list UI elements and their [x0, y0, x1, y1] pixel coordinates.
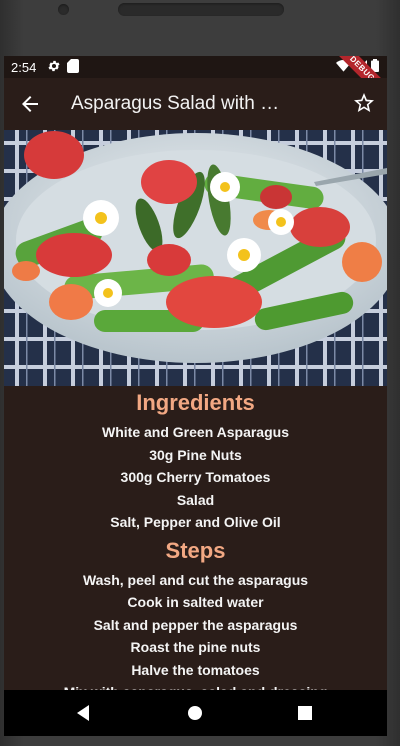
- star-outline-icon: [354, 93, 374, 112]
- back-button[interactable]: [18, 92, 42, 116]
- step-item: Cook in salted water: [127, 594, 264, 610]
- settings-icon: [47, 59, 61, 76]
- navigation-bar: [4, 690, 387, 736]
- ingredient-item: White and Green Asparagus: [102, 424, 289, 440]
- favorite-button[interactable]: [352, 91, 376, 115]
- speaker-grille: [118, 3, 284, 16]
- screen: 2:54 DEBUG Asparagus Salad with C Ingred…: [4, 56, 387, 736]
- step-item: Mix with asparagus, salad and dressing: [4, 681, 387, 690]
- step-item: Salt and pepper the asparagus: [93, 616, 298, 633]
- ingredient-item: 30g Pine Nuts: [149, 446, 242, 463]
- nav-home-button[interactable]: [184, 702, 206, 724]
- nav-home-icon: [188, 706, 202, 720]
- recipe-content: Ingredients White and Green Asparagus 30…: [4, 386, 387, 690]
- camera: [58, 4, 69, 15]
- ingredient-item: Salad: [176, 491, 215, 508]
- sd-card-icon: [67, 59, 79, 76]
- app-bar: Asparagus Salad with Cherry Tomatoes: [4, 78, 387, 130]
- nav-back-icon: [77, 705, 89, 721]
- step-item: Roast the pine nuts: [130, 639, 261, 655]
- device-frame: 2:54 DEBUG Asparagus Salad with C Ingred…: [0, 0, 400, 746]
- status-bar: 2:54 DEBUG: [4, 56, 387, 105]
- nav-back-button[interactable]: [73, 702, 95, 724]
- back-arrow-icon: [22, 96, 38, 112]
- step-item: Halve the tomatoes: [131, 661, 260, 678]
- ingredient-item: Salt, Pepper and Olive Oil: [110, 514, 281, 530]
- ingredients-heading: Ingredients: [136, 390, 255, 415]
- nav-recents-icon: [298, 706, 312, 720]
- ingredient-item: 300g Cherry Tomatoes: [120, 469, 271, 485]
- page-title: Asparagus Salad with Cherry Tomatoes: [71, 93, 283, 114]
- nav-recents-button[interactable]: [294, 702, 316, 724]
- status-time: 2:54: [11, 60, 37, 75]
- step-item: Wash, peel and cut the asparagus: [82, 571, 309, 588]
- recipe-image: [4, 130, 387, 386]
- steps-heading: Steps: [165, 537, 226, 563]
